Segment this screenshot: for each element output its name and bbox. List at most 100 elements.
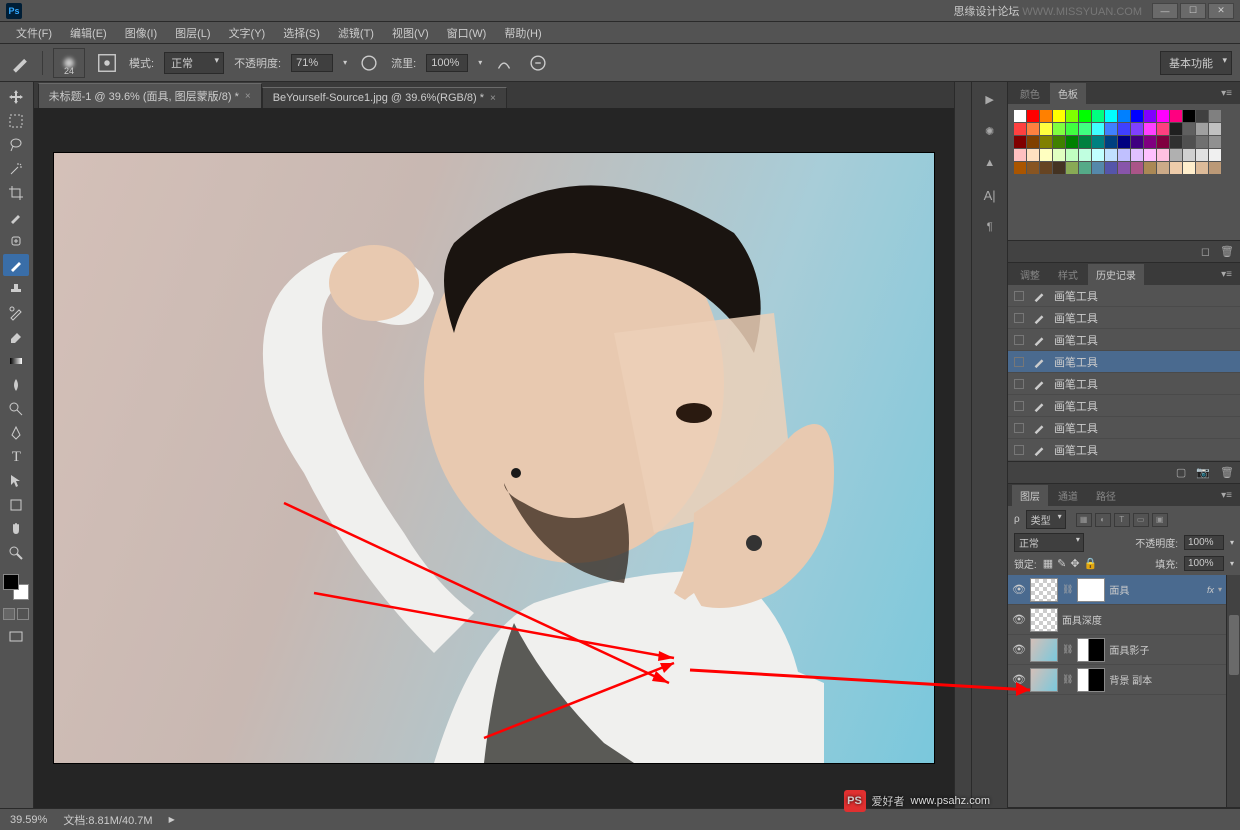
styles-tab[interactable]: 样式 xyxy=(1050,264,1086,285)
maximize-button[interactable]: ☐ xyxy=(1180,3,1206,19)
paths-tab[interactable]: 路径 xyxy=(1088,485,1124,506)
swatch[interactable] xyxy=(1170,162,1182,174)
swatch[interactable] xyxy=(1066,136,1078,148)
swatch[interactable] xyxy=(1118,110,1130,122)
swatch[interactable] xyxy=(1209,136,1221,148)
filter-pixel-icon[interactable]: ▦ xyxy=(1076,513,1092,527)
layer-name[interactable]: 面具影子 xyxy=(1109,642,1222,657)
history-item[interactable]: 画笔工具 xyxy=(1008,373,1240,395)
dock-collapse-bar[interactable] xyxy=(954,82,972,808)
path-select-tool-icon[interactable] xyxy=(3,470,29,492)
swatch[interactable] xyxy=(1040,110,1052,122)
menu-file[interactable]: 文件(F) xyxy=(8,23,60,43)
history-tab[interactable]: 历史记录 xyxy=(1088,264,1144,285)
swatch[interactable] xyxy=(1066,149,1078,161)
history-item[interactable]: 画笔工具 xyxy=(1008,307,1240,329)
close-tab-icon[interactable]: × xyxy=(490,93,496,104)
swatch[interactable] xyxy=(1092,123,1104,135)
filter-type-icon[interactable]: T xyxy=(1114,513,1130,527)
move-tool-icon[interactable] xyxy=(3,86,29,108)
panel-menu-icon[interactable]: ▾≡ xyxy=(1217,269,1236,280)
layers-scrollbar[interactable] xyxy=(1226,575,1240,807)
tool-preset-icon[interactable] xyxy=(8,51,32,75)
lock-trans-icon[interactable]: ▦ xyxy=(1043,557,1053,570)
swatch[interactable] xyxy=(1105,110,1117,122)
swatch[interactable] xyxy=(1157,123,1169,135)
shape-tool-icon[interactable] xyxy=(3,494,29,516)
delete-icon[interactable]: 🗑 xyxy=(1220,245,1234,258)
swatch[interactable] xyxy=(1131,162,1143,174)
minimize-button[interactable]: — xyxy=(1152,3,1178,19)
layer-thumb[interactable] xyxy=(1030,578,1058,602)
opacity-field[interactable]: 71% xyxy=(291,54,333,72)
brush-tool-icon[interactable] xyxy=(3,254,29,276)
character-icon[interactable]: A| xyxy=(979,186,1001,204)
swatch[interactable] xyxy=(1027,110,1039,122)
layer-row[interactable]: 👁面具深度 xyxy=(1008,605,1226,635)
panel-menu-icon[interactable]: ▾≡ xyxy=(1217,88,1236,99)
layer-kind-dropdown[interactable]: 类型 xyxy=(1026,510,1066,529)
swatch[interactable] xyxy=(1183,123,1195,135)
zoom-level[interactable]: 39.59% xyxy=(10,814,47,826)
wand-tool-icon[interactable] xyxy=(3,158,29,180)
history-item[interactable]: 画笔工具 xyxy=(1008,285,1240,307)
flow-field[interactable]: 100% xyxy=(426,54,468,72)
menu-layer[interactable]: 图层(L) xyxy=(167,23,218,43)
eraser-tool-icon[interactable] xyxy=(3,326,29,348)
pressure-size-icon[interactable] xyxy=(526,51,550,75)
swatch[interactable] xyxy=(1092,110,1104,122)
swatch[interactable] xyxy=(1053,110,1065,122)
type-tool-icon[interactable]: T xyxy=(3,446,29,468)
delete-icon[interactable]: 🗑 xyxy=(1220,466,1234,479)
layer-row[interactable]: 👁⛓背景 副本 xyxy=(1008,665,1226,695)
swatch[interactable] xyxy=(1131,136,1143,148)
menu-help[interactable]: 帮助(H) xyxy=(496,23,549,43)
swatches-tab[interactable]: 色板 xyxy=(1050,83,1086,104)
swatch[interactable] xyxy=(1027,149,1039,161)
channels-tab[interactable]: 通道 xyxy=(1050,485,1086,506)
layer-fill-field[interactable]: 100% xyxy=(1184,556,1224,571)
swatch[interactable] xyxy=(1196,149,1208,161)
wheel-icon[interactable]: ✺ xyxy=(979,122,1001,140)
layer-row[interactable]: 👁⛓面具fx▾ xyxy=(1008,575,1226,605)
layer-mask-thumb[interactable] xyxy=(1077,668,1105,692)
panel-menu-icon[interactable]: ▾≡ xyxy=(1217,490,1236,501)
swatch[interactable] xyxy=(1131,123,1143,135)
stamp-tool-icon[interactable] xyxy=(3,278,29,300)
swatch[interactable] xyxy=(1144,149,1156,161)
adjustments-tab[interactable]: 调整 xyxy=(1012,264,1048,285)
swatch[interactable] xyxy=(1170,123,1182,135)
swatch[interactable] xyxy=(1053,136,1065,148)
swatch[interactable] xyxy=(1079,162,1091,174)
document-tab-inactive[interactable]: BeYourself-Source1.jpg @ 39.6%(RGB/8) *× xyxy=(262,87,507,108)
swatch[interactable] xyxy=(1144,110,1156,122)
history-item[interactable]: 画笔工具 xyxy=(1008,439,1240,461)
swatch[interactable] xyxy=(1144,123,1156,135)
color-swatches[interactable] xyxy=(3,574,29,600)
lock-paint-icon[interactable]: ✎ xyxy=(1057,557,1066,570)
swatch[interactable] xyxy=(1027,136,1039,148)
blend-mode-dropdown[interactable]: 正常 xyxy=(164,52,224,74)
menu-window[interactable]: 窗口(W) xyxy=(439,23,495,43)
swatch[interactable] xyxy=(1105,136,1117,148)
swatch[interactable] xyxy=(1053,123,1065,135)
status-menu-icon[interactable]: ▶ xyxy=(169,815,175,824)
dodge-tool-icon[interactable] xyxy=(3,398,29,420)
healing-tool-icon[interactable] xyxy=(3,230,29,252)
menu-edit[interactable]: 编辑(E) xyxy=(62,23,115,43)
swatch[interactable] xyxy=(1196,123,1208,135)
swatch[interactable] xyxy=(1196,162,1208,174)
swatch[interactable] xyxy=(1157,136,1169,148)
swatch[interactable] xyxy=(1066,110,1078,122)
marquee-tool-icon[interactable] xyxy=(3,110,29,132)
history-item[interactable]: 画笔工具 xyxy=(1008,417,1240,439)
swatch[interactable] xyxy=(1170,110,1182,122)
swatch[interactable] xyxy=(1092,136,1104,148)
paragraph-icon[interactable]: ¶ xyxy=(979,218,1001,236)
layers-tab[interactable]: 图层 xyxy=(1012,485,1048,506)
layer-name[interactable]: 面具深度 xyxy=(1062,612,1222,627)
lock-all-icon[interactable]: 🔒 xyxy=(1084,557,1098,570)
layer-opacity-field[interactable]: 100% xyxy=(1184,535,1224,550)
layer-name[interactable]: 背景 副本 xyxy=(1109,672,1222,687)
swatch[interactable] xyxy=(1118,162,1130,174)
